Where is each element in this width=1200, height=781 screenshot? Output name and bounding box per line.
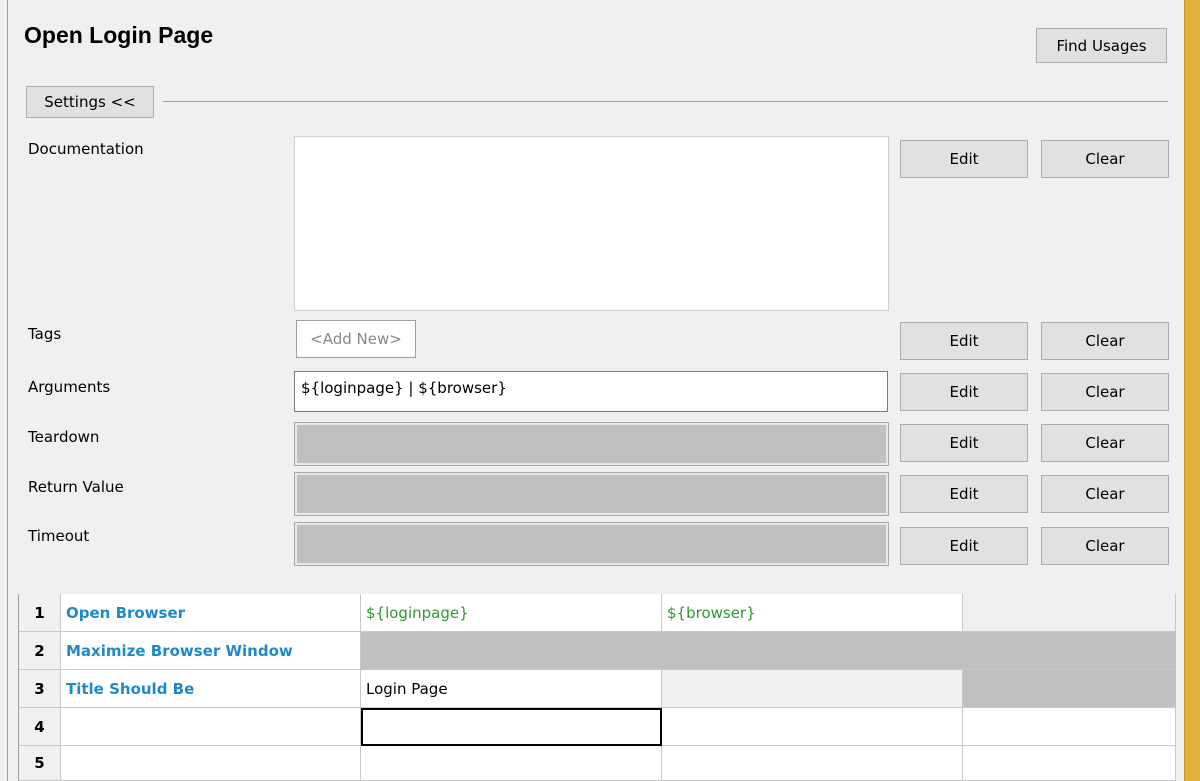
grid-cell-arg[interactable]: ${browser}: [662, 594, 963, 632]
add-tag-button[interactable]: <Add New>: [296, 320, 416, 358]
teardown-clear-button[interactable]: Clear: [1041, 424, 1169, 462]
grid-cell-selected[interactable]: [361, 708, 662, 746]
timeout-label: Timeout: [28, 527, 90, 545]
grid-cell-keyword[interactable]: [61, 746, 361, 781]
row-number[interactable]: 2: [19, 632, 61, 670]
grid-cell-disabled: [963, 670, 1176, 708]
return-value-label: Return Value: [28, 478, 124, 496]
tags-label: Tags: [28, 325, 62, 343]
grid-cell-keyword[interactable]: Maximize Browser Window: [61, 632, 361, 670]
documentation-label: Documentation: [28, 140, 144, 158]
documentation-edit-button[interactable]: Edit: [900, 140, 1028, 178]
row-number[interactable]: 1: [19, 594, 61, 632]
arguments-value: ${loginpage} | ${browser}: [301, 379, 507, 397]
tags-edit-button[interactable]: Edit: [900, 322, 1028, 360]
grid-cell-arg[interactable]: ${loginpage}: [361, 594, 662, 632]
grid-cell-keyword[interactable]: Title Should Be: [61, 670, 361, 708]
teardown-label: Teardown: [28, 428, 100, 446]
grid-cell-arg[interactable]: Login Page: [361, 670, 662, 708]
grid-cell-keyword[interactable]: [61, 708, 361, 746]
page-title: Open Login Page: [24, 22, 214, 48]
documentation-clear-button[interactable]: Clear: [1041, 140, 1169, 178]
grid-cell-arg[interactable]: [963, 594, 1176, 632]
arguments-clear-button[interactable]: Clear: [1041, 373, 1169, 411]
settings-divider: [163, 101, 1168, 102]
documentation-field[interactable]: [294, 136, 889, 311]
row-number[interactable]: 4: [19, 708, 61, 746]
arguments-edit-button[interactable]: Edit: [900, 373, 1028, 411]
timeout-clear-button[interactable]: Clear: [1041, 527, 1169, 565]
settings-toggle-button[interactable]: Settings <<: [26, 86, 154, 118]
row-number[interactable]: 3: [19, 670, 61, 708]
grid-cell-arg[interactable]: [662, 746, 963, 781]
find-usages-button[interactable]: Find Usages: [1036, 28, 1167, 63]
window-left-edge: [0, 0, 8, 781]
timeout-edit-button[interactable]: Edit: [900, 527, 1028, 565]
return-value-edit-button[interactable]: Edit: [900, 475, 1028, 513]
arguments-label: Arguments: [28, 378, 111, 396]
teardown-field[interactable]: [294, 422, 889, 466]
row-number[interactable]: 5: [19, 746, 61, 781]
grid-cell-arg[interactable]: [963, 746, 1176, 781]
teardown-edit-button[interactable]: Edit: [900, 424, 1028, 462]
arguments-field[interactable]: ${loginpage} | ${browser}: [294, 371, 888, 412]
return-value-field[interactable]: [294, 472, 889, 516]
grid-cell-arg[interactable]: [662, 670, 963, 708]
grid-cell-disabled: [361, 632, 1176, 670]
splitter-bar[interactable]: [1184, 0, 1200, 781]
grid-cell-arg[interactable]: [963, 708, 1176, 746]
grid-cell-keyword[interactable]: Open Browser: [61, 594, 361, 632]
grid-cell-arg[interactable]: [361, 746, 662, 781]
tags-clear-button[interactable]: Clear: [1041, 322, 1169, 360]
timeout-field[interactable]: [294, 522, 889, 566]
grid-cell-arg[interactable]: [662, 708, 963, 746]
return-value-clear-button[interactable]: Clear: [1041, 475, 1169, 513]
